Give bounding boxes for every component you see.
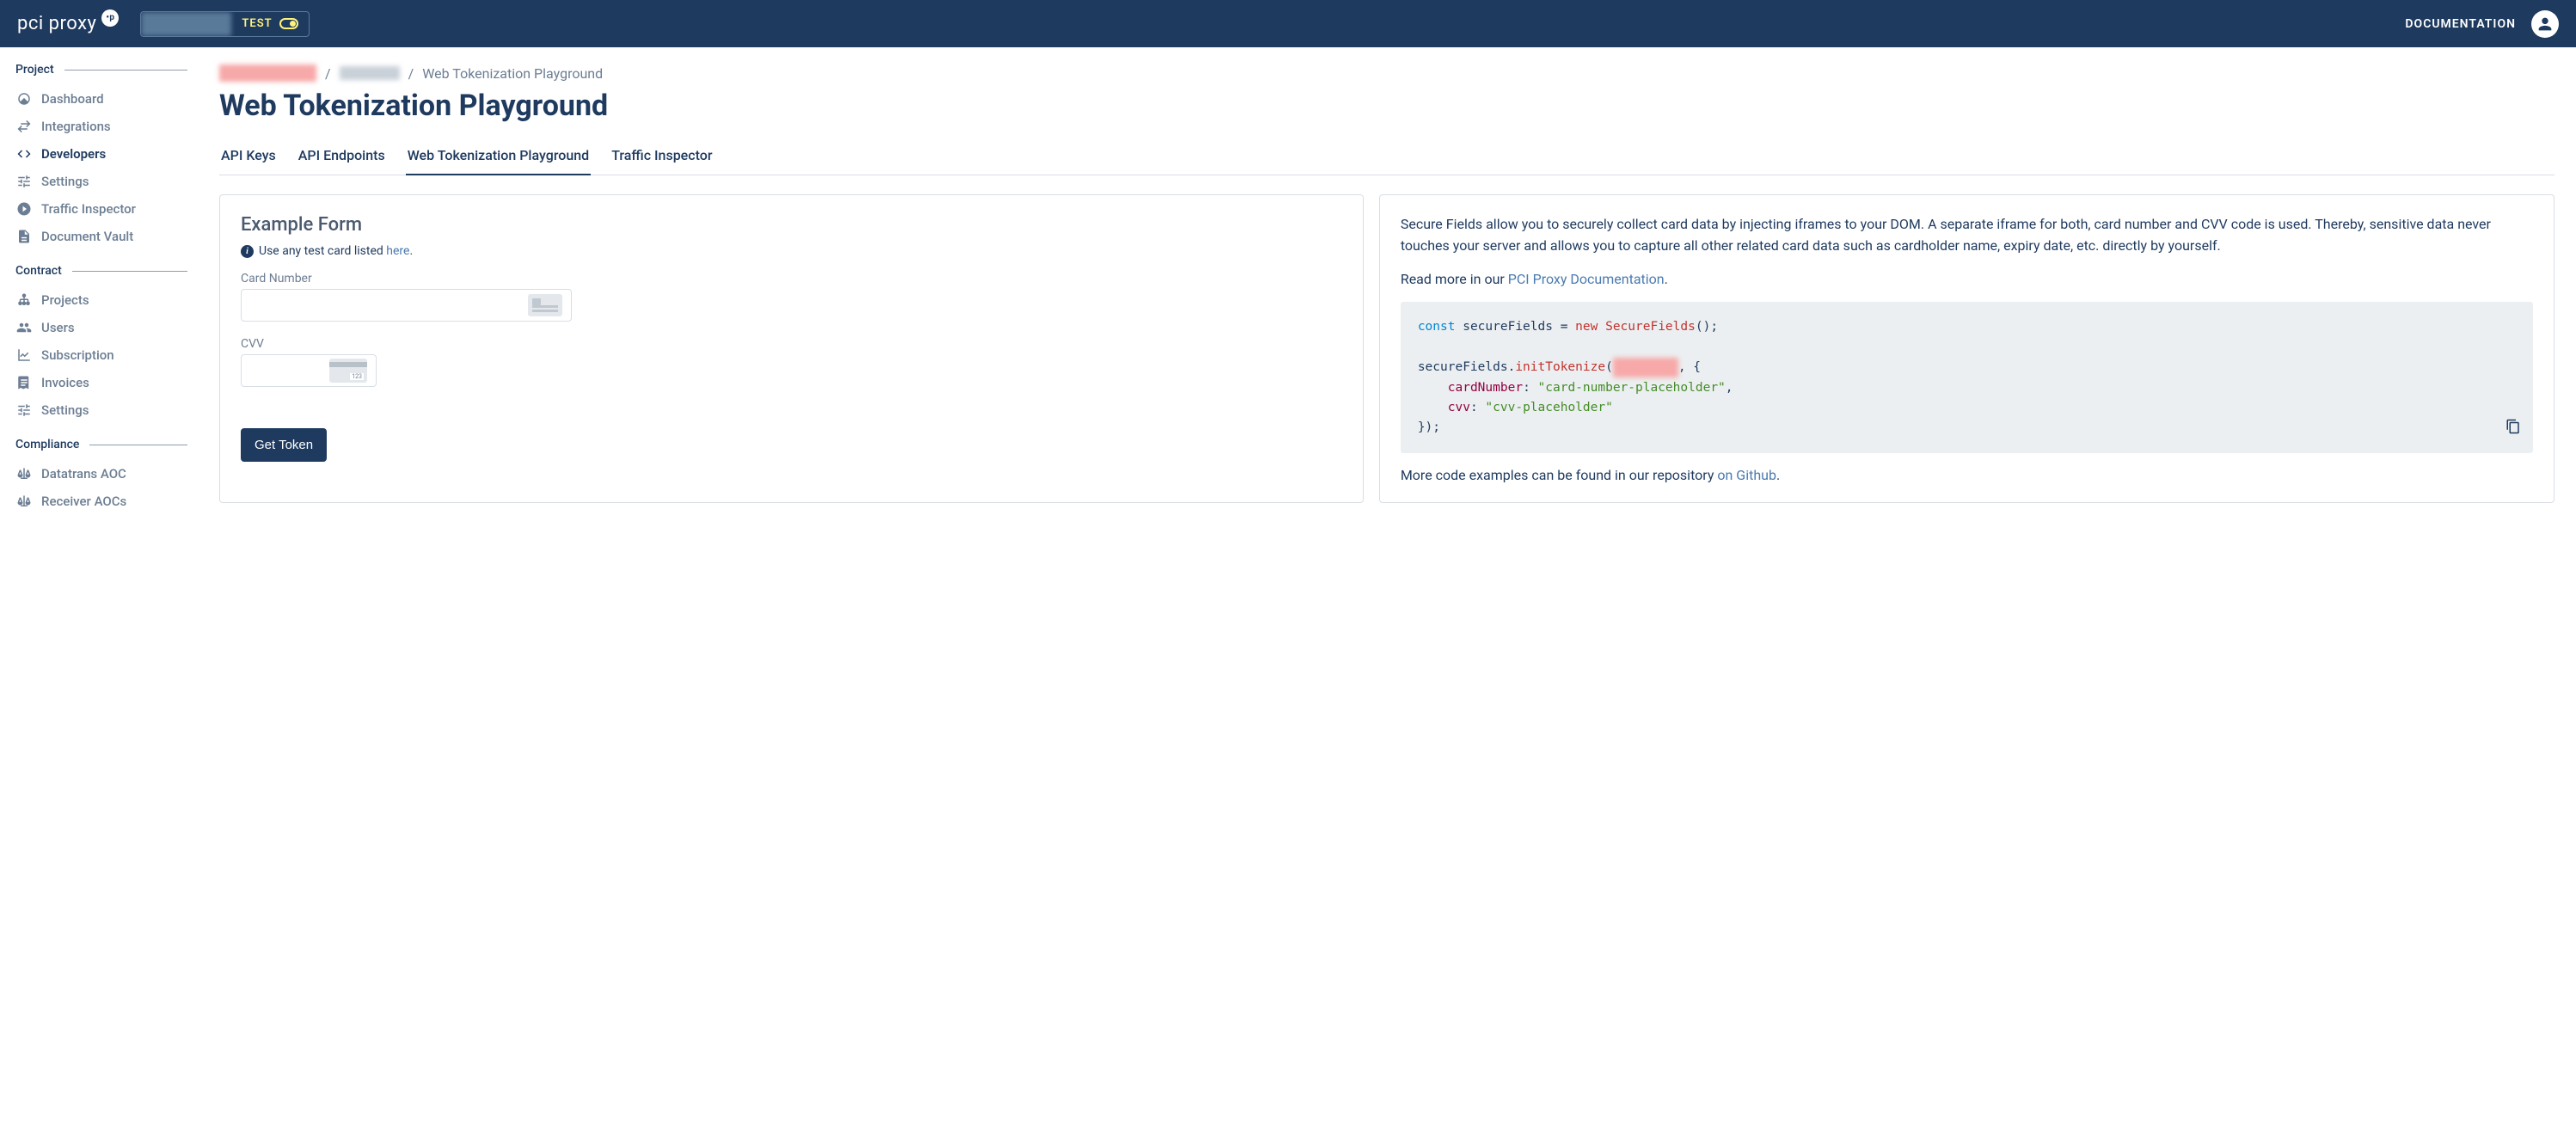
docs-paragraph: Read more in our PCI Proxy Documentation… — [1401, 269, 2533, 291]
page-title: Web Tokenization Playground — [219, 89, 2555, 123]
document-icon — [15, 229, 33, 244]
sliders-icon — [15, 174, 33, 189]
breadcrumb-item-redacted[interactable] — [219, 64, 316, 82]
network-icon — [15, 292, 33, 308]
toggle-icon[interactable] — [279, 18, 298, 29]
form-help-text: Use any test card listed — [259, 244, 386, 258]
code-example: const secureFields = new SecureFields();… — [1401, 302, 2533, 453]
tab-api-keys[interactable]: API Keys — [219, 140, 278, 175]
section-title: Project — [15, 63, 54, 77]
chart-line-icon — [15, 347, 33, 363]
logo-text: pci proxy — [17, 13, 96, 34]
section-title: Contract — [15, 264, 62, 278]
env-name-redacted — [141, 12, 231, 36]
sidebar-item-label: Dashboard — [41, 91, 104, 107]
test-cards-link[interactable]: here — [386, 244, 409, 258]
breadcrumb-separator: / — [325, 65, 331, 82]
sidebar-item-label: Settings — [41, 402, 89, 418]
avatar[interactable] — [2531, 10, 2559, 38]
section-title: Compliance — [15, 438, 79, 451]
sidebar-item-label: Settings — [41, 174, 89, 189]
sidebar-item-datatrans-aoc[interactable]: Datatrans AOC — [15, 460, 187, 488]
cvv-label: CVV — [241, 337, 1342, 351]
env-mode-toggle[interactable]: TEST — [231, 17, 308, 30]
info-panel: Secure Fields allow you to securely coll… — [1379, 194, 2555, 503]
environment-selector[interactable]: TEST — [140, 11, 309, 37]
copy-code-button[interactable] — [2505, 419, 2521, 441]
section-header-contract: Contract — [15, 264, 187, 278]
sidebar-item-integrations[interactable]: Integrations — [15, 113, 187, 140]
app-header: pci proxy •p TEST DOCUMENTATION — [0, 0, 2576, 47]
sidebar-item-label: Receiver AOCs — [41, 494, 126, 509]
sidebar-item-label: Integrations — [41, 119, 111, 134]
sidebar-item-label: Subscription — [41, 347, 114, 363]
sidebar-item-label: Traffic Inspector — [41, 201, 136, 217]
sidebar-item-contract-settings[interactable]: Settings — [15, 396, 187, 424]
pci-proxy-docs-link[interactable]: PCI Proxy Documentation — [1508, 271, 1665, 287]
tab-web-tokenization-playground[interactable]: Web Tokenization Playground — [406, 140, 592, 175]
card-number-label: Card Number — [241, 272, 1342, 285]
breadcrumb-current: Web Tokenization Playground — [422, 65, 603, 82]
sliders-icon — [15, 402, 33, 418]
cvv-icon — [329, 359, 367, 383]
section-header-project: Project — [15, 63, 187, 77]
merchant-id-redacted: x — [1613, 358, 1678, 377]
secure-fields-description: Secure Fields allow you to securely coll… — [1401, 214, 2533, 257]
user-icon — [2536, 15, 2555, 34]
github-link[interactable]: on Github — [1717, 467, 1776, 483]
receipt-icon — [15, 375, 33, 390]
form-help: i Use any test card listed here. — [241, 244, 1342, 258]
sidebar-item-receiver-aocs[interactable]: Receiver AOCs — [15, 488, 187, 515]
gauge-icon — [15, 91, 33, 107]
scales-icon — [15, 494, 33, 509]
logo-badge-icon: •p — [101, 9, 119, 27]
scales-icon — [15, 466, 33, 482]
card-number-input[interactable] — [241, 289, 572, 322]
sidebar-item-label: Document Vault — [41, 229, 133, 244]
breadcrumb: / / Web Tokenization Playground — [219, 64, 2555, 82]
example-form-panel: Example Form i Use any test card listed … — [219, 194, 1364, 503]
env-mode-label: TEST — [242, 17, 272, 30]
play-circle-icon — [15, 201, 33, 217]
tab-traffic-inspector[interactable]: Traffic Inspector — [610, 140, 714, 175]
breadcrumb-item-redacted[interactable] — [340, 66, 400, 80]
sidebar-item-label: Developers — [41, 146, 106, 162]
main-content: / / Web Tokenization Playground Web Toke… — [198, 47, 2576, 531]
tabs: API Keys API Endpoints Web Tokenization … — [219, 140, 2555, 175]
logo: pci proxy •p — [17, 13, 119, 34]
documentation-link[interactable]: DOCUMENTATION — [2405, 17, 2516, 31]
code-icon — [15, 146, 33, 162]
sidebar-item-document-vault[interactable]: Document Vault — [15, 223, 187, 250]
section-header-compliance: Compliance — [15, 438, 187, 451]
sidebar-item-dashboard[interactable]: Dashboard — [15, 85, 187, 113]
sidebar-item-settings[interactable]: Settings — [15, 168, 187, 195]
sidebar-item-invoices[interactable]: Invoices — [15, 369, 187, 396]
form-title: Example Form — [241, 214, 1342, 236]
sidebar-item-label: Datatrans AOC — [41, 466, 126, 482]
tab-api-endpoints[interactable]: API Endpoints — [297, 140, 387, 175]
sidebar-item-label: Projects — [41, 292, 89, 308]
sidebar-item-label: Invoices — [41, 375, 89, 390]
sidebar-item-subscription[interactable]: Subscription — [15, 341, 187, 369]
sidebar-item-users[interactable]: Users — [15, 314, 187, 341]
credit-card-icon — [528, 294, 562, 316]
breadcrumb-separator: / — [408, 65, 414, 82]
sidebar-item-projects[interactable]: Projects — [15, 286, 187, 314]
sidebar-item-traffic-inspector[interactable]: Traffic Inspector — [15, 195, 187, 223]
cvv-input[interactable] — [241, 354, 377, 387]
sidebar-item-developers[interactable]: Developers — [15, 140, 187, 168]
users-icon — [15, 320, 33, 335]
info-icon: i — [241, 245, 254, 258]
get-token-button[interactable]: Get Token — [241, 428, 327, 462]
arrows-swap-icon — [15, 119, 33, 134]
sidebar-item-label: Users — [41, 320, 75, 335]
sidebar: Project Dashboard Integrations Developer… — [0, 47, 198, 531]
github-paragraph: More code examples can be found in our r… — [1401, 467, 2533, 483]
